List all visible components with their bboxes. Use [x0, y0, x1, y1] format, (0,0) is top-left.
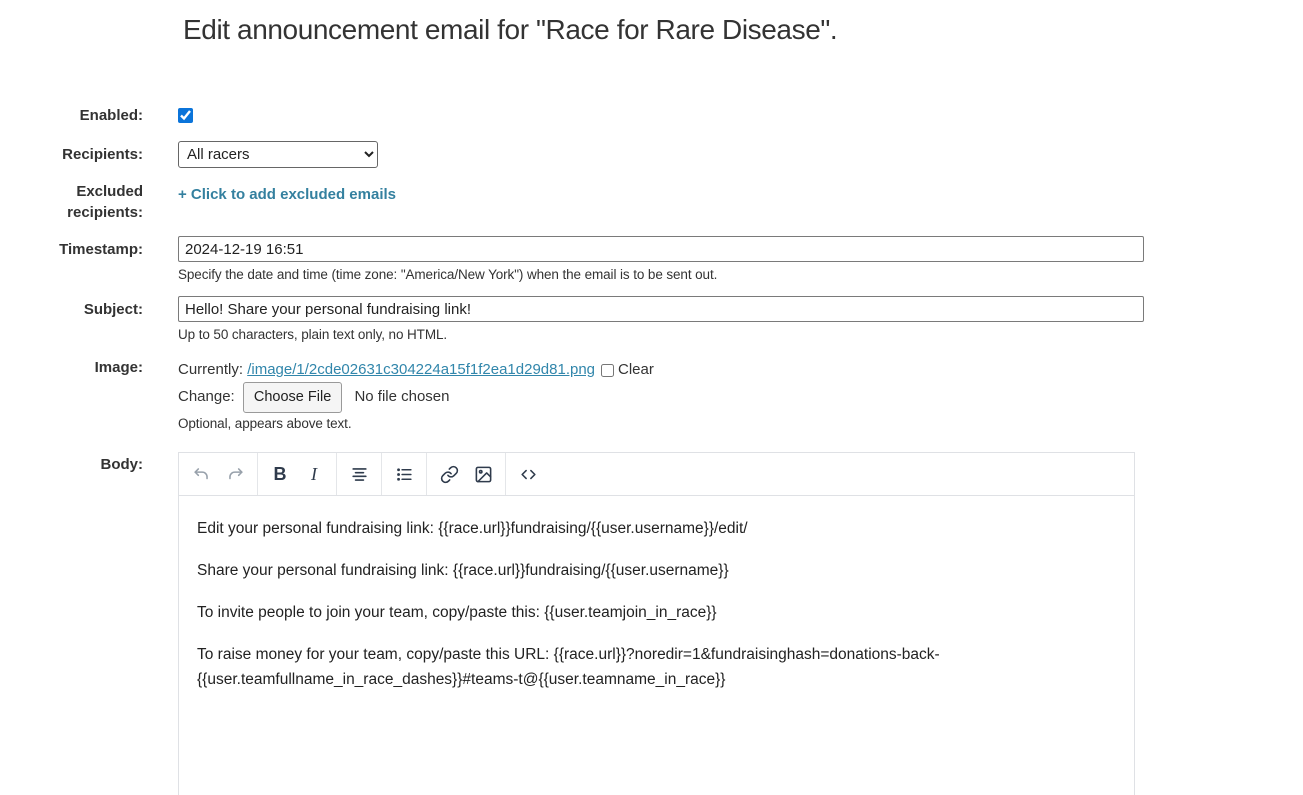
body-paragraph: To invite people to join your team, copy…: [197, 600, 1116, 625]
row-recipients: Recipients: All racers: [0, 141, 1144, 168]
rich-text-editor: B I: [178, 452, 1135, 795]
row-excluded-recipients: Excluded recipients: + Click to add excl…: [0, 181, 1144, 223]
toolbar-group-insert: [426, 453, 505, 495]
image-current-line: Currently: /image/1/2cde02631c304224a15f…: [178, 357, 1144, 382]
announcement-email-edit-page: Edit announcement email for "Race for Ra…: [0, 0, 1303, 795]
redo-icon[interactable]: [218, 457, 252, 491]
bullet-list-icon[interactable]: [387, 457, 421, 491]
add-excluded-emails-link[interactable]: + Click to add excluded emails: [178, 181, 396, 203]
row-image: Image: Currently: /image/1/2cde02631c304…: [0, 357, 1144, 431]
subject-label: Subject:: [0, 296, 143, 342]
toolbar-group-align: [336, 453, 381, 495]
body-paragraph: Edit your personal fundraising link: {{r…: [197, 516, 1116, 541]
align-center-icon[interactable]: [342, 457, 376, 491]
bold-icon[interactable]: B: [263, 457, 297, 491]
recipients-label: Recipients:: [0, 141, 143, 168]
image-help: Optional, appears above text.: [178, 416, 1144, 431]
body-paragraph: Share your personal fundraising link: {{…: [197, 558, 1116, 583]
announcement-email-form: Enabled: Recipients: All racers Excluded…: [0, 105, 1144, 795]
image-icon[interactable]: [466, 457, 500, 491]
editor-toolbar: B I: [179, 453, 1134, 496]
link-icon[interactable]: [432, 457, 466, 491]
body-label: Body:: [0, 452, 143, 795]
timestamp-help: Specify the date and time (time zone: "A…: [178, 267, 1144, 282]
undo-icon[interactable]: [184, 457, 218, 491]
timestamp-input[interactable]: [178, 236, 1144, 262]
no-file-chosen-text: No file chosen: [354, 388, 449, 405]
enabled-checkbox[interactable]: [178, 108, 193, 123]
row-body: Body:: [0, 452, 1144, 795]
toolbar-group-list: [381, 453, 426, 495]
body-paragraph: To raise money for your team, copy/paste…: [197, 642, 1116, 692]
row-enabled: Enabled:: [0, 105, 1144, 126]
row-subject: Subject: Up to 50 characters, plain text…: [0, 296, 1144, 342]
subject-help: Up to 50 characters, plain text only, no…: [178, 327, 1144, 342]
row-timestamp: Timestamp: Specify the date and time (ti…: [0, 236, 1144, 282]
image-change-label: Change:: [178, 388, 235, 405]
image-clear-checkbox[interactable]: [601, 364, 614, 377]
toolbar-group-history: [179, 453, 257, 495]
enabled-label: Enabled:: [0, 105, 143, 126]
image-current-file-link[interactable]: /image/1/2cde02631c304224a15f1f2ea1d29d8…: [247, 361, 595, 378]
italic-icon[interactable]: I: [297, 457, 331, 491]
choose-file-button[interactable]: Choose File: [243, 382, 342, 413]
toolbar-group-code: [505, 453, 550, 495]
subject-input[interactable]: [178, 296, 1144, 322]
body-editor-content[interactable]: Edit your personal fundraising link: {{r…: [179, 496, 1134, 795]
image-currently-label: Currently:: [178, 361, 243, 378]
timestamp-label: Timestamp:: [0, 236, 143, 282]
excluded-recipients-label: Excluded recipients:: [0, 181, 143, 223]
recipients-select[interactable]: All racers: [178, 141, 378, 168]
page-title: Edit announcement email for "Race for Ra…: [183, 14, 837, 46]
image-clear-label: Clear: [618, 361, 654, 378]
image-label: Image:: [0, 357, 143, 431]
toolbar-group-format: B I: [257, 453, 336, 495]
image-change-line: Change: Choose File No file chosen: [178, 382, 1144, 413]
code-icon[interactable]: [511, 457, 545, 491]
